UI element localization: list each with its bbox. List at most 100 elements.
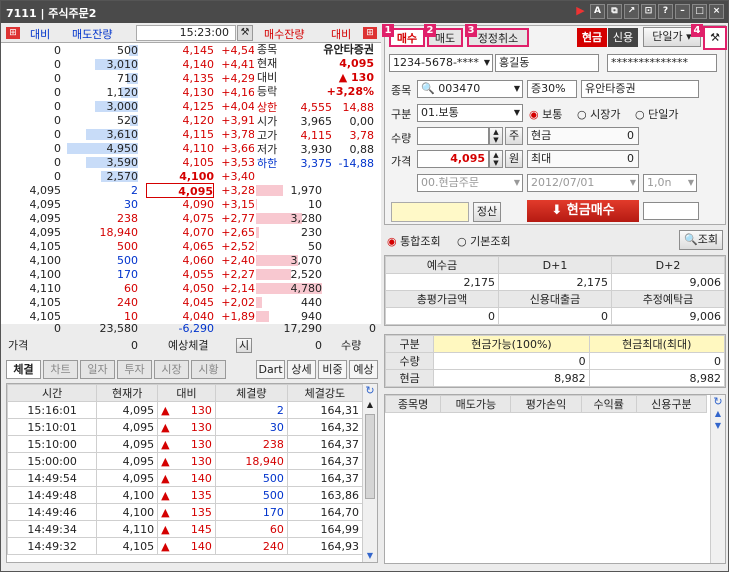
grid-icon-right[interactable]: ⊞ [363,27,377,39]
price-stepper[interactable]: ▲ ▼ [489,150,503,168]
bottom-tab[interactable]: 시황 [191,360,226,379]
table-row[interactable]: 15:10:01 4,095 ▲ 130 30 164,32 [6,418,364,436]
bid-row[interactable]: 4,110 60 4,050 +2,14 4,780 [6,281,378,296]
ask-price[interactable]: 4,100 [146,169,214,184]
bottom-action-button[interactable]: 상세 [287,360,316,379]
password-field[interactable]: ************** [607,54,717,72]
trades-scrollbar[interactable]: ↻ ▲ ▼ [362,384,377,562]
ask-price[interactable]: 4,115 [146,127,215,142]
account-select[interactable]: 1234-5678-**** ▼ [389,54,493,72]
submit-buy-button[interactable]: ⬇ 현금매수 [527,200,639,222]
bid-row[interactable]: 4,095 18,940 4,070 +2,65 230 [6,225,378,240]
bid-row[interactable]: 4,100 500 4,060 +2,40 3,070 [6,253,378,268]
refresh-icon[interactable]: ↻ [363,384,377,400]
table-row[interactable]: 14:49:54 4,095 ▲ 140 500 164,37 [6,469,364,487]
bid-price[interactable]: 4,075 [146,211,215,226]
radio-market[interactable]: ○ 시장가 [577,106,620,122]
close-icon[interactable]: × [709,4,724,19]
ask-price[interactable]: 4,120 [146,113,215,128]
ask-remain: 3,010 [106,58,139,71]
restore-icon[interactable]: ⊡ [641,4,656,19]
maximize-icon[interactable]: □ [692,4,707,19]
price-input[interactable]: 4,095 [417,150,489,168]
bid-row[interactable]: 4,100 170 4,055 +2,27 2,520 [6,267,378,282]
bid-price[interactable]: 4,065 [146,239,215,254]
font-icon[interactable]: A [590,4,605,19]
holdings-scrollbar[interactable]: ↻ ▲ ▼ [710,395,725,563]
bid-price[interactable]: 4,050 [146,281,215,296]
bottom-tab[interactable]: 차트 [43,360,78,379]
scroll-up-icon[interactable]: ▲ [363,400,377,412]
bid-price[interactable]: 4,070 [146,225,215,240]
ask-price[interactable]: 4,135 [146,71,215,86]
bid-price[interactable]: 4,055 [146,267,215,282]
bottom-tab[interactable]: 체결 [6,360,41,379]
grid-icon[interactable]: ⊞ [6,27,20,39]
date-picker[interactable]: 2012/07/01 ▼ [527,174,639,192]
flag-icon[interactable]: ▶ [573,4,588,19]
bid-row[interactable]: 4,095 30 4,090 +3,15 10 [6,197,378,212]
radio-basic[interactable]: ○ 기본조회 [457,233,511,249]
scroll-down-icon[interactable]: ▼ [363,551,377,560]
refresh-icon-2[interactable]: ↻ [711,395,725,409]
ask-price[interactable]: 4,140 [146,57,215,72]
on-select[interactable]: 1,0n ▼ [643,174,697,192]
bid-row[interactable]: 4,105 240 4,045 +2,02 440 [6,295,378,310]
bottom-action-button[interactable]: 비중 [318,360,347,379]
table-row[interactable]: 14:49:34 4,110 ▲ 145 60 164,99 [6,520,364,538]
credit-mode-button[interactable]: 신용 [608,28,638,47]
stock-code-input[interactable]: 🔍 003470 ▼ [417,80,523,98]
bid-price[interactable]: 4,045 [146,295,215,310]
capture-icon[interactable]: ⧉ [607,4,622,19]
cash-mode-button[interactable]: 현금 [577,28,607,47]
bid-price[interactable]: 4,060 [146,253,215,268]
bid-row[interactable]: 4,095 2 4,095 +3,28 1,970 [6,183,378,198]
bottom-tab[interactable]: 일자 [80,360,115,379]
qty-stepper[interactable]: ▲ ▼ [489,127,503,145]
bottom-tab[interactable]: 시장 [154,360,189,379]
radio-single[interactable]: ○ 단일가 [635,106,678,122]
table-row[interactable]: 14:49:32 4,105 ▲ 140 240 164,93 [6,537,364,555]
type-select[interactable]: 01.보통 ▼ [417,104,523,122]
scroll-down-icon-2[interactable]: ▼ [711,421,725,433]
calendar-dropdown-icon[interactable]: ▼ [630,175,636,191]
bid-row[interactable]: 4,095 238 4,075 +2,77 3,280 [6,211,378,226]
bottom-action-button[interactable]: 예상 [349,360,378,379]
search-icon[interactable]: 🔍 [421,82,435,95]
ask-price[interactable]: 4,125 [146,99,215,114]
ask-price[interactable]: 4,130 [146,85,215,100]
link-icon[interactable]: ↗ [624,4,639,19]
settle-button[interactable]: 정산 [473,202,501,222]
tab-buy[interactable]: 매수 [389,28,425,47]
table-row[interactable]: 15:16:01 4,095 ▲ 130 2 164,31 [6,401,364,419]
radio-normal[interactable]: ◉ 보통 [529,106,562,122]
extra-field[interactable] [643,202,699,220]
qty-unit-button[interactable]: 주 [505,127,523,145]
scroll-up-icon-2[interactable]: ▲ [711,409,725,421]
table-row[interactable]: 14:49:48 4,100 ▲ 135 500 163,86 [6,486,364,504]
si-button[interactable]: 시 [236,338,252,353]
table-row[interactable]: 15:10:00 4,095 ▲ 130 238 164,37 [6,435,364,453]
scroll-thumb[interactable] [365,414,375,499]
help-icon[interactable]: ? [658,4,673,19]
bid-price[interactable]: 4,090 [146,197,215,212]
ask-price[interactable]: 4,110 [146,141,215,156]
ask-qty: 0 [54,44,61,57]
table-row[interactable]: 15:00:00 4,095 ▲ 130 18,940 164,37 [6,452,364,470]
minimize-icon[interactable]: – [675,4,690,19]
settings-tool-icon[interactable]: ⚒ [703,26,727,50]
query-button[interactable]: 🔍조회 [679,230,723,250]
order-type-select[interactable]: 00.현금주문 ▼ [417,174,523,192]
bid-price[interactable]: 4,095 [146,183,214,198]
bottom-action-button[interactable]: Dart [256,360,285,379]
radio-integrated[interactable]: ◉ 통합조회 [387,233,441,249]
price-unit-button[interactable]: 원 [505,150,523,168]
tool-icon[interactable]: ⚒ [237,25,253,41]
bid-row[interactable]: 4,105 500 4,065 +2,52 50 [6,239,378,254]
bottom-tab[interactable]: 투자 [117,360,152,379]
ask-price[interactable]: 4,105 [146,155,215,170]
ask-price[interactable]: 4,145 [146,43,215,58]
table-row[interactable]: 14:49:46 4,100 ▲ 135 170 164,70 [6,503,364,521]
qty-input[interactable] [417,127,489,145]
memo-field[interactable] [391,202,469,222]
